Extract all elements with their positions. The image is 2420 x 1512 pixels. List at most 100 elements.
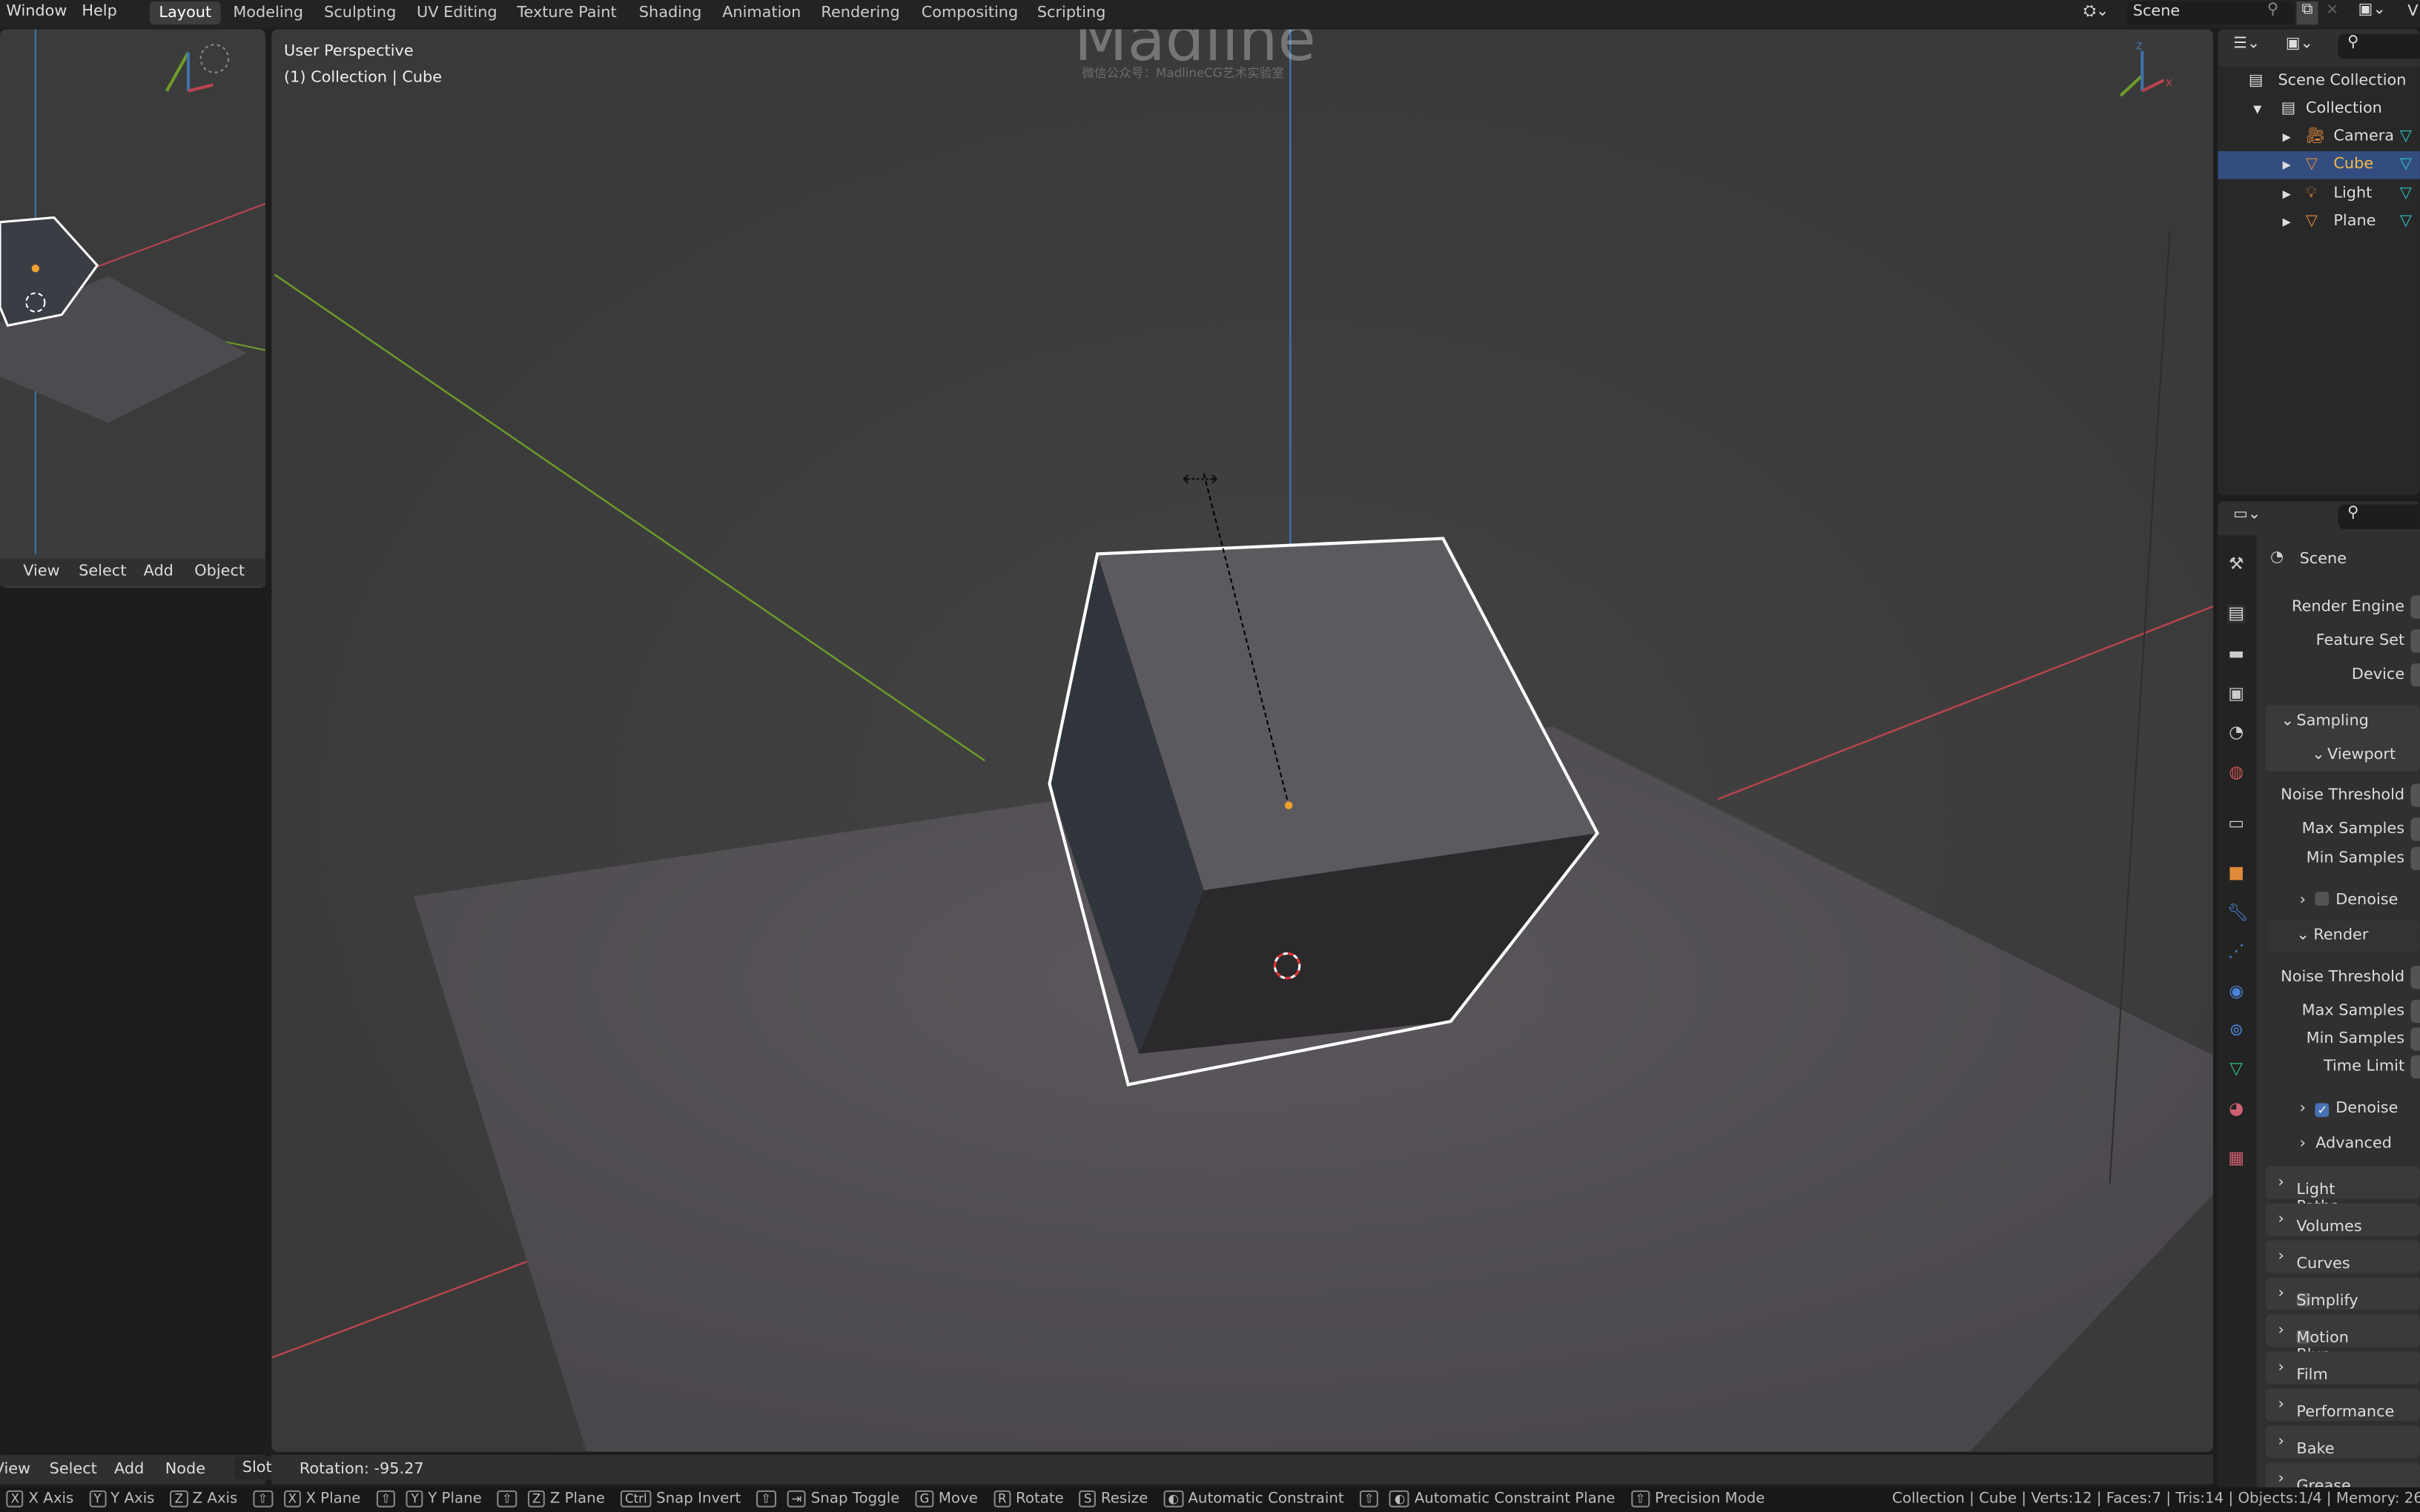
- texture-tab-icon[interactable]: ▦: [2227, 1149, 2246, 1168]
- pin-icon[interactable]: ⚲: [2267, 1, 2278, 19]
- panel-volumes[interactable]: › Volumes: [2265, 1203, 2420, 1236]
- panel-film[interactable]: › Film: [2265, 1351, 2420, 1385]
- physics-tab-icon[interactable]: ◉: [2227, 982, 2246, 1001]
- close-icon[interactable]: ×: [2326, 1, 2338, 19]
- workspace-tab-modeling[interactable]: Modeling: [224, 1, 313, 24]
- value-field[interactable]: [2410, 846, 2420, 871]
- constraints-tab-icon[interactable]: ⊚: [2227, 1021, 2246, 1040]
- key-icon: X: [283, 1490, 302, 1508]
- workspace-tab-uv-editing[interactable]: UV Editing: [408, 1, 507, 24]
- main-viewport[interactable]: ⇠⇢ x z Madline 微信公众号：MadlineCG艺术实验室 User…: [271, 29, 2214, 1452]
- value-field[interactable]: [2410, 629, 2420, 653]
- sampling-panel[interactable]: ⌄ Sampling ⌄ Viewport: [2265, 705, 2420, 772]
- context-label: Scene: [2299, 551, 2347, 568]
- menu-select[interactable]: Select: [50, 1461, 97, 1478]
- workspace-tab-rendering[interactable]: Rendering: [812, 1, 909, 24]
- workspace-tab-scripting[interactable]: Scripting: [1028, 1, 1115, 24]
- workspace-tab-compositing[interactable]: Compositing: [912, 1, 1027, 24]
- workspace-tab-shading[interactable]: Shading: [629, 1, 711, 24]
- render-subpanel[interactable]: ⌄ Render: [2265, 921, 2420, 952]
- value-field[interactable]: [2410, 999, 2420, 1024]
- view-layer-icon[interactable]: ▣⌄: [2358, 1, 2386, 19]
- checkbox-checked[interactable]: ✓: [2315, 1103, 2330, 1118]
- expand-icon[interactable]: ▶: [2283, 131, 2291, 144]
- workspace-tab-animation[interactable]: Animation: [713, 1, 810, 24]
- panel-title: Bake: [2296, 1441, 2335, 1459]
- svg-text:z: z: [2136, 39, 2143, 53]
- checkbox[interactable]: [2315, 892, 2330, 906]
- world-tab-icon[interactable]: ◍: [2227, 763, 2246, 782]
- outliner-item-camera[interactable]: ▶ 🎥︎ Camera ▽: [2218, 124, 2420, 151]
- workspace-tab-layout[interactable]: Layout: [149, 1, 221, 25]
- render-tab-icon[interactable]: ▤: [2226, 604, 2246, 623]
- expand-icon[interactable]: ▶: [2283, 159, 2291, 172]
- workspace-tab-sculpting[interactable]: Sculpting: [315, 1, 406, 24]
- display-mode-icon[interactable]: ☰⌄: [2233, 36, 2260, 53]
- editor-type-icon[interactable]: ▭⌄: [2233, 506, 2261, 523]
- panel-bake[interactable]: › Bake: [2265, 1425, 2420, 1459]
- menu-help[interactable]: Help: [82, 3, 116, 20]
- mini-viewport[interactable]: [0, 29, 266, 588]
- workspace-tab-texture-paint[interactable]: Texture Paint: [508, 1, 626, 24]
- panel-performance[interactable]: › Performance: [2265, 1388, 2420, 1422]
- new-scene-icon[interactable]: ⧉: [2296, 1, 2318, 25]
- key-icon: S: [1079, 1490, 1097, 1508]
- outliner-item-light[interactable]: ▶ 💡︎ Light ▽: [2218, 180, 2420, 208]
- data-icon[interactable]: ▽: [2400, 128, 2412, 145]
- value-field[interactable]: [2410, 818, 2420, 841]
- field-label: Feature Set: [2315, 632, 2405, 650]
- value-field[interactable]: [2410, 1055, 2420, 1079]
- object-tab-icon[interactable]: ■: [2227, 863, 2246, 883]
- menu-object[interactable]: Object: [194, 563, 245, 580]
- menu-view[interactable]: View: [23, 563, 59, 580]
- data-icon[interactable]: ▽: [2400, 156, 2412, 173]
- value-field[interactable]: [2410, 1027, 2420, 1051]
- outliner-item-label: Plane: [2333, 213, 2376, 230]
- material-tab-icon[interactable]: ◕: [2227, 1099, 2246, 1118]
- data-icon[interactable]: ▽: [2400, 213, 2412, 230]
- value-field[interactable]: [2410, 783, 2420, 807]
- menu-add[interactable]: Add: [144, 563, 173, 580]
- key-icon: Y: [89, 1490, 106, 1508]
- outliner-item-plane[interactable]: ▶ ▽ Plane ▽: [2218, 208, 2420, 236]
- data-icon[interactable]: ▽: [2400, 185, 2412, 202]
- panel-motion-blur[interactable]: ›Motion Blur: [2265, 1314, 2420, 1364]
- menu-node[interactable]: Node: [165, 1461, 205, 1478]
- outliner-item-cube[interactable]: ▶ ▽ Cube ▽: [2218, 151, 2420, 180]
- value-field[interactable]: [2410, 966, 2420, 989]
- scene-selector[interactable]: Scene ⚲: [2126, 1, 2294, 25]
- expand-icon[interactable]: ▶: [2283, 216, 2291, 228]
- tool-tab-icon[interactable]: ⚒: [2227, 554, 2246, 574]
- menu-add[interactable]: Add: [114, 1461, 144, 1478]
- particles-tab-icon[interactable]: ⋰: [2227, 942, 2246, 961]
- value-field[interactable]: [2410, 663, 2420, 687]
- denoise-toggle[interactable]: › ✓ Denoise: [2300, 1100, 2398, 1118]
- properties-search[interactable]: ⚲: [2338, 504, 2420, 529]
- outliner-collection[interactable]: ▼ ▤ Collection: [2218, 96, 2420, 123]
- key-icon: Z: [527, 1490, 546, 1508]
- scene-tab-icon[interactable]: ◔: [2227, 723, 2246, 742]
- denoise-toggle[interactable]: › Denoise: [2300, 892, 2398, 909]
- properties-tabs: [2218, 535, 2257, 1489]
- panel-light-paths[interactable]: ›Light Paths: [2265, 1166, 2420, 1216]
- node-editor[interactable]: [0, 594, 266, 1453]
- output-tab-icon[interactable]: ▬: [2227, 644, 2246, 663]
- menu-window[interactable]: Window: [6, 3, 67, 20]
- menu-view[interactable]: View: [0, 1461, 30, 1478]
- advanced-subpanel[interactable]: › Advanced: [2300, 1135, 2392, 1153]
- scene-icon[interactable]: ⛭⌄: [2083, 3, 2109, 20]
- menu-select[interactable]: Select: [79, 563, 126, 580]
- panel-curves[interactable]: › Curves: [2265, 1240, 2420, 1273]
- collection-tab-icon[interactable]: ▭: [2227, 814, 2246, 833]
- subpanel-title: Viewport: [2327, 746, 2396, 764]
- outliner-search[interactable]: ⚲: [2338, 33, 2420, 59]
- panel-simplify[interactable]: › Simplify: [2265, 1277, 2420, 1310]
- modifier-tab-icon[interactable]: 🔧︎: [2227, 903, 2249, 923]
- mini-viewport-header: View Select Add Object: [0, 558, 266, 587]
- filter-icon[interactable]: ▣⌄: [2286, 36, 2313, 53]
- data-tab-icon[interactable]: ▽: [2227, 1059, 2246, 1078]
- outliner-scene-collection[interactable]: ▤ Scene Collection: [2218, 68, 2420, 96]
- value-field[interactable]: [2410, 595, 2420, 619]
- expand-icon[interactable]: ▶: [2283, 188, 2291, 200]
- view-layer-tab-icon[interactable]: ▣: [2227, 684, 2246, 703]
